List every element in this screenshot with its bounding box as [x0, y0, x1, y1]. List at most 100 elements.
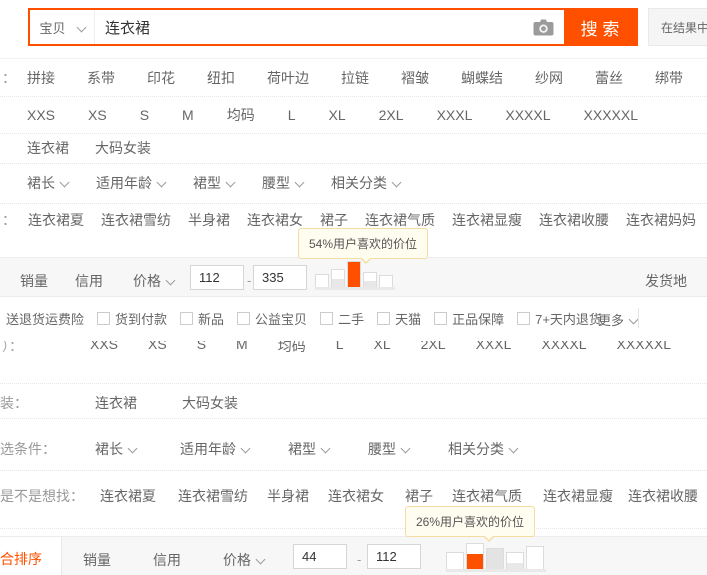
size-option[interactable]: XXXL [437, 107, 473, 123]
search-input[interactable] [95, 10, 522, 44]
checkbox-item[interactable]: 新品 [180, 309, 224, 328]
search-category-select[interactable]: 宝贝 [30, 10, 95, 44]
camera-search-button[interactable] [522, 10, 564, 44]
dropdown-filter[interactable]: 腰型 [262, 173, 305, 193]
dropdown-filter[interactable]: 裙长 [95, 439, 138, 459]
sort-tab-sales[interactable]: 销量 [20, 271, 48, 291]
checkbox-item[interactable]: 二手 [320, 309, 364, 328]
size-option[interactable]: S [140, 107, 149, 123]
checkbox-item-clipped[interactable]: 送退货运费险 [6, 309, 84, 328]
sort-tab-price[interactable]: 价格 [223, 550, 266, 570]
sort-tab-sales[interactable]: 销量 [83, 550, 111, 570]
checkbox-item[interactable]: 货到付款 [97, 309, 167, 328]
search-button[interactable]: 搜 索 [564, 10, 636, 44]
filter-term[interactable]: 拼接 [27, 68, 55, 88]
size-option[interactable]: S [197, 341, 206, 356]
filter-term[interactable]: 蕾丝 [595, 68, 623, 88]
suggest-link[interactable]: 裙子 [320, 210, 348, 230]
suggest-link[interactable]: 半身裙 [267, 486, 309, 506]
category-link[interactable]: 大码女装 [182, 393, 238, 413]
size-option[interactable]: 均码 [278, 341, 306, 356]
suggest-link[interactable]: 连衣裙妈妈 [626, 210, 696, 230]
dropdown-filter[interactable]: 裙型 [193, 173, 236, 193]
checkbox-item[interactable]: 天猫 [377, 309, 421, 328]
dropdown-filter[interactable]: 相关分类 [331, 173, 402, 193]
dropdown-filter[interactable]: 腰型 [368, 439, 411, 459]
sort-tab-credit[interactable]: 信用 [75, 271, 103, 291]
dropdown-filter[interactable]: 裙型 [288, 439, 331, 459]
suggest-link[interactable]: 裙子 [405, 486, 433, 506]
size-option[interactable]: M [182, 107, 194, 123]
checkbox[interactable] [377, 311, 391, 325]
checkbox-item[interactable]: 正品保障 [434, 309, 504, 328]
suggest-link[interactable]: 半身裙 [188, 210, 230, 230]
checkbox[interactable] [434, 311, 448, 325]
filter-term[interactable]: 系带 [87, 68, 115, 88]
sort-tab-credit[interactable]: 信用 [153, 550, 181, 570]
size-option[interactable]: XXXL [476, 341, 512, 356]
checkbox-item[interactable]: 7+天内退货 [517, 309, 602, 328]
filter-term[interactable]: 纽扣 [207, 68, 235, 88]
price-histogram[interactable] [446, 543, 546, 572]
size-option[interactable]: XL [329, 107, 346, 123]
more-filters-button[interactable]: 更多 [598, 310, 639, 329]
size-option[interactable]: M [236, 341, 248, 356]
size-option[interactable]: 2XL [379, 107, 404, 123]
sort-tab-default-selected[interactable]: 合排序 [0, 537, 62, 575]
price-min-input[interactable] [190, 265, 244, 290]
sort-tab-price[interactable]: 价格 [133, 271, 176, 291]
price-histogram[interactable] [315, 261, 395, 290]
dropdown-filter[interactable]: 适用年龄 [180, 439, 251, 459]
filter-term[interactable]: 拉链 [341, 68, 369, 88]
checkbox[interactable] [180, 311, 194, 325]
price-min-input[interactable] [293, 544, 347, 569]
suggest-link[interactable]: 连衣裙女 [328, 486, 384, 506]
checkbox[interactable] [237, 311, 251, 325]
category-link[interactable]: 连衣裙 [27, 138, 69, 158]
dropdown-filter[interactable]: 适用年龄 [96, 173, 167, 193]
suggest-link[interactable]: 连衣裙收腰 [539, 210, 609, 230]
filter-term[interactable]: 蝴蝶结 [461, 68, 503, 88]
size-option[interactable]: 2XL [421, 341, 446, 356]
suggest-link[interactable]: 连衣裙夏 [28, 210, 84, 230]
checkbox-item[interactable]: 公益宝贝 [237, 309, 307, 328]
suggest-link[interactable]: 连衣裙气质 [452, 486, 522, 506]
filter-term[interactable]: 纱网 [535, 68, 563, 88]
size-option[interactable]: XXXXXL [584, 107, 638, 123]
suggest-link[interactable]: 连衣裙显瘦 [543, 486, 613, 506]
size-option[interactable]: XXXXXL [617, 341, 671, 356]
suggest-link[interactable]: 连衣裙女 [247, 210, 303, 230]
filter-term[interactable]: 印花 [147, 68, 175, 88]
search-in-results-option[interactable]: 在结果中 [648, 8, 707, 46]
price-max-input[interactable] [367, 544, 421, 569]
category-link[interactable]: 大码女装 [95, 138, 151, 158]
size-option[interactable]: XS [88, 107, 107, 123]
category-link[interactable]: 连衣裙 [95, 393, 137, 413]
size-option[interactable]: XXXXL [541, 341, 586, 356]
size-option[interactable]: XL [374, 341, 391, 356]
price-max-input[interactable] [253, 265, 307, 290]
dropdown-filter[interactable]: 相关分类 [448, 439, 519, 459]
filter-term[interactable]: 褶皱 [401, 68, 429, 88]
size-option[interactable]: XS [148, 341, 167, 356]
size-option[interactable]: L [288, 107, 296, 123]
filter-term[interactable]: 荷叶边 [267, 68, 309, 88]
checkbox[interactable] [517, 311, 531, 325]
dropdown-filter[interactable]: 裙长 [27, 173, 70, 193]
size-option[interactable]: XXS [90, 341, 118, 356]
suggest-link[interactable]: 连衣裙气质 [365, 210, 435, 230]
checkbox[interactable] [320, 311, 334, 325]
size-option[interactable]: XXXXL [505, 107, 550, 123]
size-option[interactable]: XXS [27, 107, 55, 123]
divider [0, 418, 707, 419]
checkbox[interactable] [97, 311, 111, 325]
suggest-link[interactable]: 连衣裙夏 [100, 486, 156, 506]
suggest-link[interactable]: 连衣裙雪纺 [178, 486, 248, 506]
ship-from-filter[interactable]: 发货地 [645, 271, 687, 291]
filter-term[interactable]: 绑带 [655, 68, 683, 88]
size-option[interactable]: 均码 [227, 105, 255, 125]
suggest-link[interactable]: 连衣裙显瘦 [452, 210, 522, 230]
suggest-link[interactable]: 连衣裙雪纺 [101, 210, 171, 230]
size-option[interactable]: L [336, 341, 344, 356]
suggest-link[interactable]: 连衣裙收腰 [628, 486, 698, 506]
